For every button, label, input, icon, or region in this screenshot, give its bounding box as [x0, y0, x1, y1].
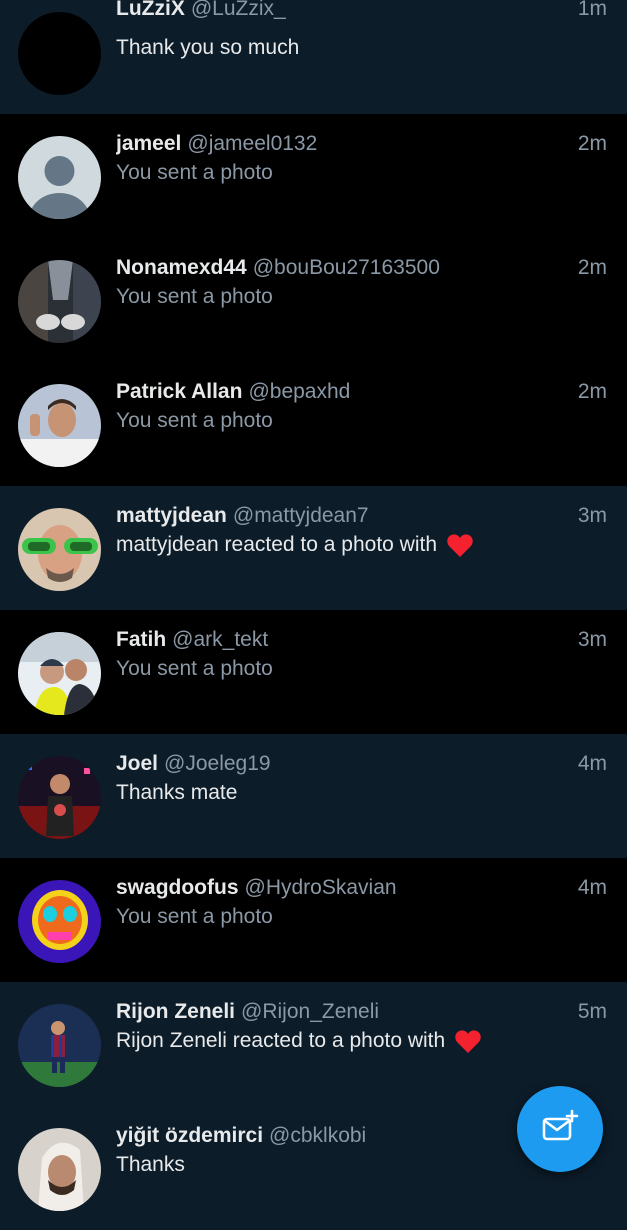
- avatar[interactable]: [18, 508, 101, 591]
- avatar[interactable]: [18, 632, 101, 715]
- conversation-row[interactable]: mattyjdean @mattyjdean7 3m mattyjdean rea…: [0, 486, 627, 610]
- timestamp: 3m: [577, 628, 607, 651]
- avatar[interactable]: [18, 1128, 101, 1211]
- sender-handle: @bouBou27163500: [252, 256, 440, 279]
- heart-icon: [454, 1029, 482, 1054]
- conversation-list: LuZziX @LuZzix_ 1m Thank you so much jame…: [0, 0, 627, 1230]
- sender-handle: @bepaxhd: [248, 380, 351, 403]
- message-preview: You sent a photo: [116, 285, 273, 308]
- new-message-icon: [540, 1109, 580, 1149]
- conversation-row[interactable]: Patrick Allan @bepaxhd 2m You sent a phot…: [0, 362, 627, 486]
- timestamp: 4m: [577, 876, 607, 899]
- sender-name: jameel: [116, 132, 182, 155]
- timestamp: 2m: [577, 380, 607, 403]
- conversation-row[interactable]: Rijon Zeneli @Rijon_Zeneli 5m Rijon Zenel…: [0, 982, 627, 1106]
- sender-name: Joel: [116, 752, 159, 775]
- avatar[interactable]: [18, 12, 101, 95]
- avatar[interactable]: [18, 136, 101, 219]
- avatar[interactable]: [18, 756, 101, 839]
- message-preview: Thanks mate: [116, 781, 238, 804]
- timestamp: 4m: [577, 752, 607, 775]
- timestamp: 1m: [577, 0, 607, 20]
- message-preview: You sent a photo: [116, 657, 273, 680]
- message-preview: Rijon Zeneli reacted to a photo with: [116, 1029, 446, 1052]
- message-preview: mattyjdean reacted to a photo with: [116, 533, 438, 556]
- conversation-row[interactable]: swagdoofus @HydroSkavian 4m You sent a ph…: [0, 858, 627, 982]
- conversation-row[interactable]: LuZziX @LuZzix_ 1m Thank you so much: [0, 0, 627, 114]
- conversation-row[interactable]: jameel @jameel0132 2m You sent a photo: [0, 114, 627, 238]
- sender-name: swagdoofus: [116, 876, 239, 899]
- message-preview: Thanks: [116, 1153, 185, 1176]
- sender-name: LuZziX: [116, 0, 185, 20]
- timestamp: 2m: [577, 132, 607, 155]
- sender-name: yiğit özdemirci: [116, 1124, 264, 1147]
- avatar[interactable]: [18, 384, 101, 467]
- conversation-row[interactable]: Nonamexd44 @bouBou27163500 2m You sent a …: [0, 238, 627, 362]
- sender-handle: @HydroSkavian: [244, 876, 397, 899]
- sender-handle: @mattyjdean7: [232, 504, 369, 527]
- heart-icon: [446, 533, 474, 558]
- sender-name: mattyjdean: [116, 504, 227, 527]
- message-preview: You sent a photo: [116, 905, 273, 928]
- sender-name: Patrick Allan: [116, 380, 243, 403]
- new-message-button[interactable]: [517, 1086, 603, 1172]
- message-preview: Thank you so much: [116, 36, 300, 59]
- sender-handle: @Rijon_Zeneli: [241, 1000, 380, 1023]
- avatar[interactable]: [18, 880, 101, 963]
- avatar[interactable]: [18, 1004, 101, 1087]
- conversation-row[interactable]: Joel @Joeleg19 4m Thanks mate: [0, 734, 627, 858]
- sender-handle: @jameel0132: [187, 132, 318, 155]
- sender-name: Nonamexd44: [116, 256, 247, 279]
- conversation-row[interactable]: Fatih @ark_tekt 3m You sent a photo: [0, 610, 627, 734]
- sender-handle: @ark_tekt: [172, 628, 269, 651]
- timestamp: 5m: [577, 1000, 607, 1023]
- timestamp: 2m: [577, 256, 607, 279]
- sender-name: Fatih: [116, 628, 167, 651]
- timestamp: 3m: [577, 504, 607, 527]
- message-preview: You sent a photo: [116, 161, 273, 184]
- avatar[interactable]: [18, 260, 101, 343]
- sender-handle: @LuZzix_: [190, 0, 286, 20]
- sender-handle: @cbklkobi: [269, 1124, 367, 1147]
- sender-handle: @Joeleg19: [164, 752, 271, 775]
- message-preview: You sent a photo: [116, 409, 273, 432]
- sender-name: Rijon Zeneli: [116, 1000, 236, 1023]
